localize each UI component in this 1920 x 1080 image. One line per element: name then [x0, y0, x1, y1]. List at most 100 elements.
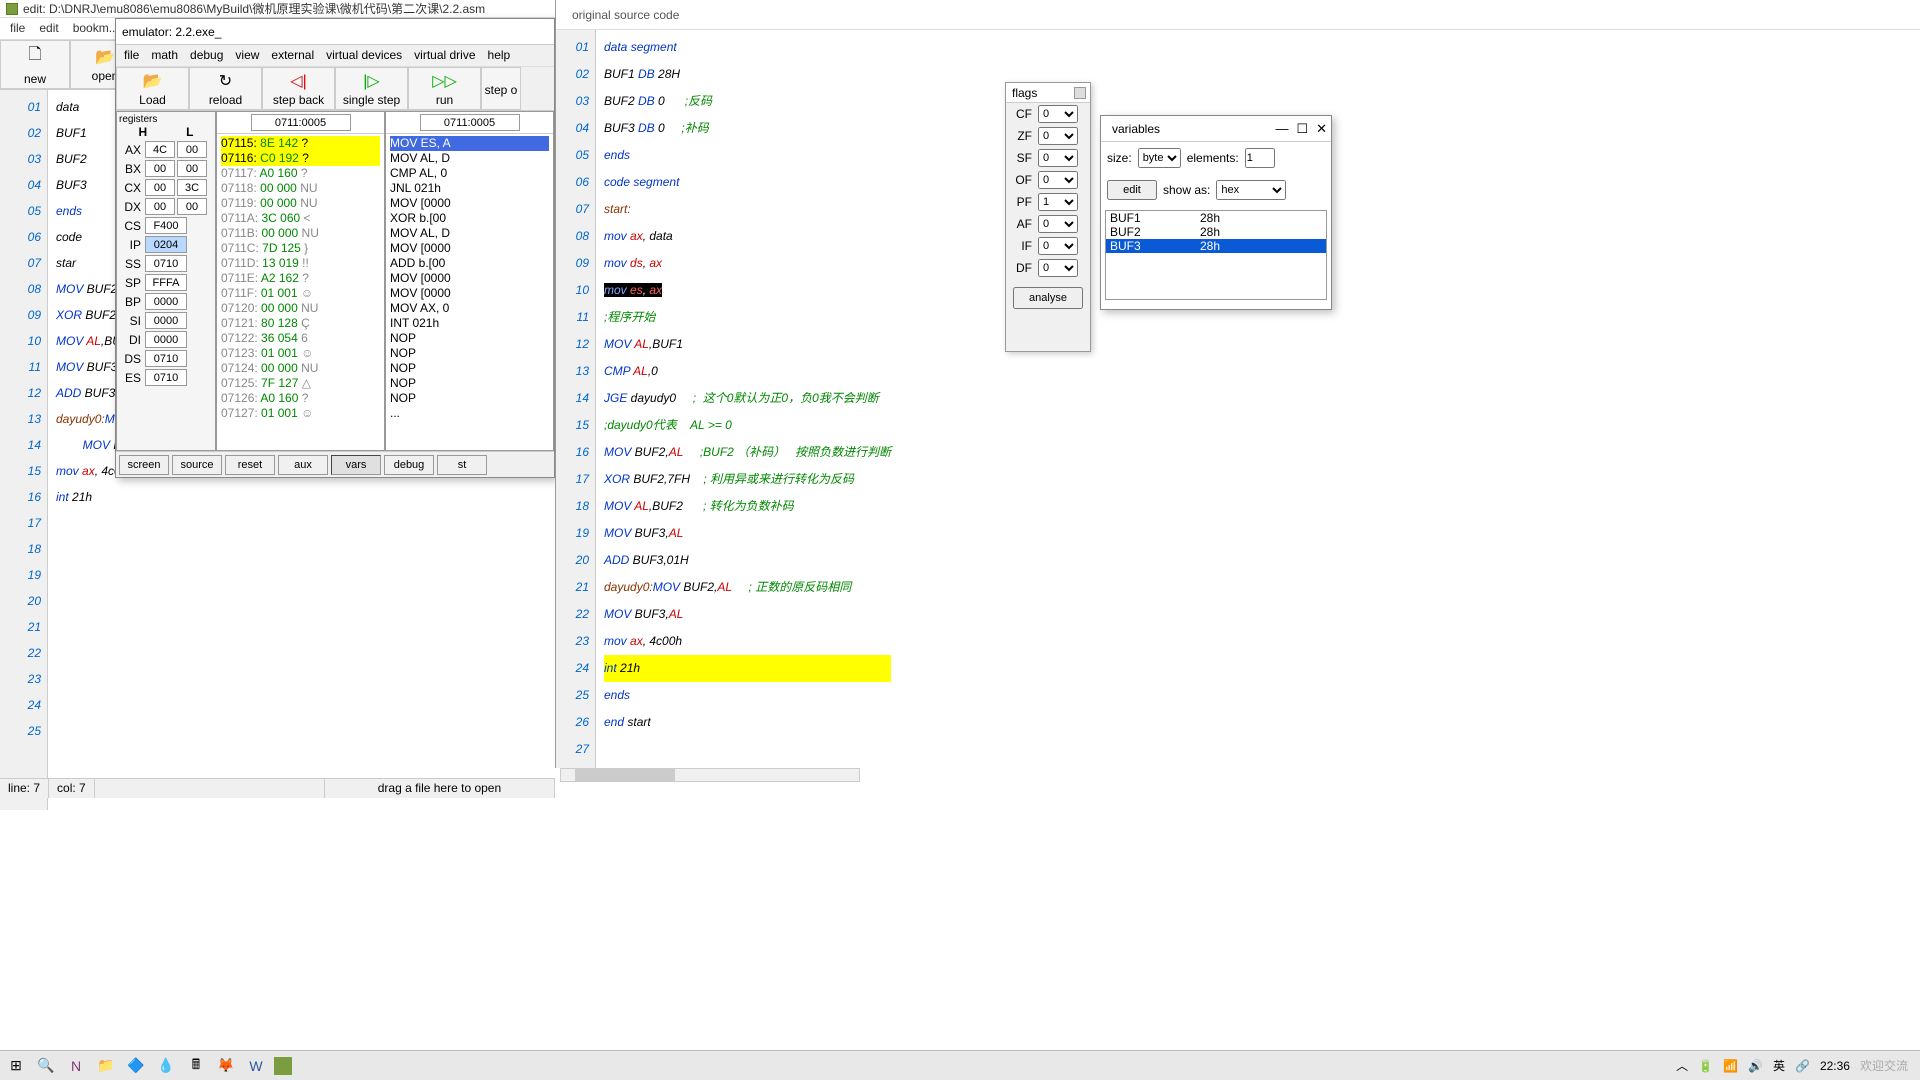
run-icon: ▷▷: [432, 71, 457, 91]
emulator-bottombar: screensourceresetauxvarsdebugst: [116, 451, 554, 477]
emulator-titlebar[interactable]: emulator: 2.2.exe_: [116, 19, 554, 45]
ime-icon[interactable]: 英: [1773, 1057, 1785, 1074]
maximize-icon[interactable]: ☐: [1296, 121, 1308, 137]
stepover-button[interactable]: step o: [481, 67, 521, 110]
debug-button[interactable]: debug: [384, 455, 434, 475]
reg-BX-h[interactable]: [145, 160, 175, 177]
var-row-BUF2[interactable]: BUF228h: [1106, 225, 1326, 239]
emu-menu-virtual-drive[interactable]: virtual drive: [414, 48, 475, 63]
horizontal-scrollbar[interactable]: [560, 768, 860, 782]
explorer-icon[interactable]: 📁: [94, 1054, 118, 1078]
tray-extra: 欢迎交流: [1860, 1057, 1908, 1074]
load-button[interactable]: 📂Load: [116, 67, 189, 110]
reset-button[interactable]: reset: [225, 455, 275, 475]
reg-BX-l[interactable]: [177, 160, 207, 177]
screen-button[interactable]: screen: [119, 455, 169, 475]
aux-button[interactable]: aux: [278, 455, 328, 475]
reg-CS[interactable]: [145, 217, 187, 234]
reg-CX-h[interactable]: [145, 179, 175, 196]
stepback-button[interactable]: ◁|step back: [262, 67, 335, 110]
emu-menu-help[interactable]: help: [488, 48, 511, 63]
wifi-icon[interactable]: 📶: [1723, 1059, 1738, 1073]
battery-icon[interactable]: 🔋: [1698, 1059, 1713, 1073]
flag-OF[interactable]: 0: [1038, 171, 1078, 189]
status-col: col: 7: [49, 779, 95, 798]
reg-SS[interactable]: [145, 255, 187, 272]
word-icon[interactable]: W: [244, 1054, 268, 1078]
start-icon[interactable]: ⊞: [4, 1054, 28, 1078]
reg-DI[interactable]: [145, 331, 187, 348]
emu-menu-math[interactable]: math: [151, 48, 178, 63]
flag-IF[interactable]: 0: [1038, 237, 1078, 255]
singlestep-button[interactable]: |▷single step: [335, 67, 408, 110]
flags-control-icon[interactable]: [1074, 87, 1086, 99]
menu-file[interactable]: file: [10, 21, 25, 36]
emulator-toolbar: 📂Load ↻reload ◁|step back |▷single step …: [116, 67, 554, 111]
emu-menu-file[interactable]: file: [124, 48, 139, 63]
menu-bookm...[interactable]: bookm...: [73, 21, 119, 36]
app2-icon[interactable]: 💧: [154, 1054, 178, 1078]
open-icon: 📂: [95, 47, 115, 67]
reg-DX-l[interactable]: [177, 198, 207, 215]
reg-AX-h[interactable]: [145, 141, 175, 158]
elements-input[interactable]: [1245, 148, 1275, 168]
vars-button[interactable]: vars: [331, 455, 381, 475]
var-row-BUF3[interactable]: BUF328h: [1106, 239, 1326, 253]
onenote-icon[interactable]: N: [64, 1054, 88, 1078]
scrollbar-thumb[interactable]: [575, 769, 675, 781]
emu-task-icon[interactable]: [274, 1057, 292, 1075]
reg-SI[interactable]: [145, 312, 187, 329]
reg-AX-l[interactable]: [177, 141, 207, 158]
calc-icon[interactable]: 🖩: [184, 1054, 208, 1078]
reg-IP[interactable]: [145, 236, 187, 253]
flag-CF[interactable]: 0: [1038, 105, 1078, 123]
volume-icon[interactable]: 🔊: [1748, 1059, 1763, 1073]
reg-SP[interactable]: [145, 274, 187, 291]
new-button[interactable]: 🗋new: [0, 40, 70, 89]
flag-SF[interactable]: 0: [1038, 149, 1078, 167]
edit-button[interactable]: edit: [1107, 180, 1157, 200]
right-gutter: 0102030405060708091011121314151617181920…: [556, 30, 596, 768]
reg-DX-h[interactable]: [145, 198, 175, 215]
var-row-BUF1[interactable]: BUF128h: [1106, 211, 1326, 225]
close-icon[interactable]: ✕: [1316, 121, 1327, 137]
reload-button[interactable]: ↻reload: [189, 67, 262, 110]
firefox-icon[interactable]: 🦊: [214, 1054, 238, 1078]
reg-BP[interactable]: [145, 293, 187, 310]
disasm-addr-input[interactable]: [420, 114, 520, 131]
run-button[interactable]: ▷▷run: [408, 67, 481, 110]
flag-AF[interactable]: 0: [1038, 215, 1078, 233]
mem-addr-input[interactable]: [251, 114, 351, 131]
emu-menu-debug[interactable]: debug: [190, 48, 223, 63]
app1-icon[interactable]: 🔷: [124, 1054, 148, 1078]
source-button[interactable]: source: [172, 455, 222, 475]
flag-PF[interactable]: 1: [1038, 193, 1078, 211]
emulator-menubar: file math debug view external virtual devices…: [116, 45, 554, 67]
reg-DS[interactable]: [145, 350, 187, 367]
stepback-icon: ◁|: [290, 71, 306, 91]
flag-DF[interactable]: 0: [1038, 259, 1078, 277]
menu-edit[interactable]: edit: [39, 21, 58, 36]
status-line: line: 7: [0, 779, 49, 798]
variables-titlebar[interactable]: variables — ☐ ✕: [1101, 116, 1331, 142]
reg-ES[interactable]: [145, 369, 187, 386]
flags-titlebar[interactable]: flags: [1006, 83, 1090, 103]
reg-CX-l[interactable]: [177, 179, 207, 196]
showas-select[interactable]: hex: [1216, 180, 1286, 200]
analyse-button[interactable]: analyse: [1013, 287, 1083, 309]
search-icon[interactable]: 🔍: [34, 1054, 58, 1078]
st-button[interactable]: st: [437, 455, 487, 475]
flag-ZF[interactable]: 0: [1038, 127, 1078, 145]
emu-menu-external[interactable]: external: [271, 48, 314, 63]
link-icon[interactable]: 🔗: [1795, 1059, 1810, 1073]
emu-menu-view[interactable]: view: [235, 48, 259, 63]
tray-time[interactable]: 22:36: [1820, 1059, 1850, 1073]
taskbar: ⊞ 🔍 N 📁 🔷 💧 🖩 🦊 W ︿ 🔋 📶 🔊 英 🔗 22:36 欢迎交流: [0, 1050, 1920, 1080]
emu-menu-virtual-devices[interactable]: virtual devices: [326, 48, 402, 63]
main-title: edit: D:\DNRJ\emu8086\emu8086\MyBuild\微机…: [23, 0, 485, 17]
right-code[interactable]: data segmentBUF1 DB 28HBUF2 DB 0 ;反码BUF3…: [596, 30, 899, 768]
minimize-icon[interactable]: —: [1275, 121, 1288, 137]
size-select[interactable]: byte: [1138, 148, 1181, 168]
variables-list[interactable]: BUF128hBUF228hBUF328h: [1105, 210, 1327, 300]
tray-chevron-icon[interactable]: ︿: [1676, 1057, 1688, 1074]
